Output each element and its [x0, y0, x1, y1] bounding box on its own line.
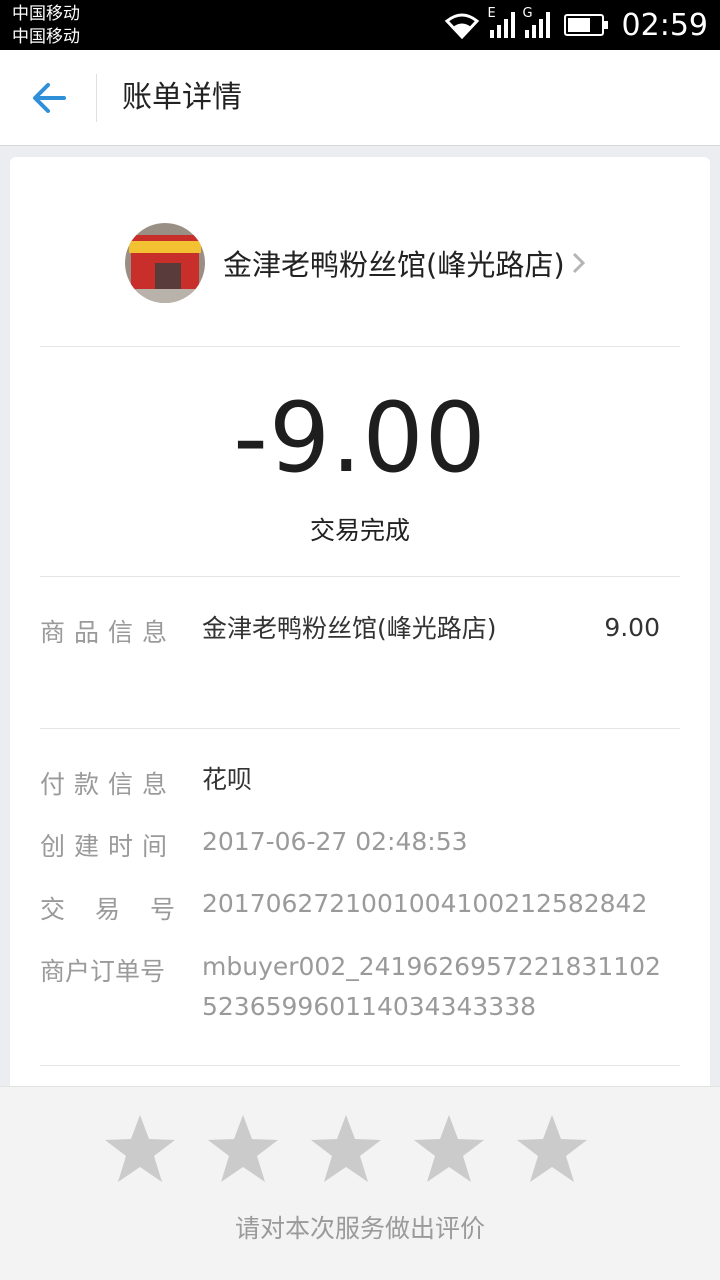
- status-time: 02:59: [621, 7, 708, 43]
- star-icon[interactable]: [104, 1113, 176, 1185]
- signal-2-type: G: [522, 6, 533, 21]
- payment-info-label: 付款信息: [40, 770, 177, 799]
- star-icon[interactable]: [310, 1113, 382, 1185]
- signal-1-type: E: [487, 6, 496, 21]
- star-icon[interactable]: [516, 1113, 588, 1185]
- signal-2-icon: G: [523, 6, 550, 38]
- rating-stars: [104, 1113, 588, 1185]
- star-icon[interactable]: [207, 1113, 279, 1185]
- trade-no-label: 交易号: [40, 895, 206, 924]
- transaction-status: 交易完成: [309, 516, 410, 545]
- merchant-row[interactable]: 金津老鸭粉丝馆(峰光路店): [125, 223, 587, 303]
- created-time-value: 2017-06-27 02:48:53: [202, 827, 468, 856]
- rating-hint: 请对本次服务做出评价: [234, 1214, 485, 1243]
- signal-1-icon: E: [488, 6, 515, 38]
- title-separator: [96, 74, 97, 122]
- chevron-right-icon: [572, 252, 585, 274]
- battery-icon: [563, 14, 608, 36]
- title-bar: 账单详情: [0, 50, 720, 146]
- goods-price: 9.00: [604, 613, 660, 642]
- status-icons: E G 02:59: [444, 0, 708, 50]
- trade-no-value[interactable]: 2017062721001004100212582842: [202, 884, 647, 924]
- merchant-name: 金津老鸭粉丝馆(峰光路店): [223, 248, 565, 282]
- order-no-value[interactable]: mbuyer002_241962695722183110252365996011…: [202, 947, 672, 1027]
- divider: [40, 346, 680, 347]
- wifi-icon: [444, 13, 479, 39]
- payment-method: 花呗: [202, 765, 253, 794]
- battery-fill: [567, 18, 590, 32]
- goods-info-label: 商品信息: [40, 618, 177, 647]
- goods-name: 金津老鸭粉丝馆(峰光路店): [202, 614, 497, 643]
- rating-panel: 请对本次服务做出评价: [0, 1086, 720, 1280]
- carrier-label-1: 中国移动: [12, 4, 80, 24]
- star-icon[interactable]: [413, 1113, 485, 1185]
- divider: [40, 728, 680, 729]
- divider: [40, 1065, 680, 1066]
- back-arrow-icon[interactable]: [28, 78, 68, 118]
- status-bar: 中国移动 中国移动 E G 02:59: [0, 0, 720, 50]
- divider: [40, 576, 680, 577]
- bill-detail-card: 金津老鸭粉丝馆(峰光路店) -9.00 交易完成 商品信息 金津老鸭粉丝馆(峰光…: [10, 157, 710, 1117]
- carrier-label-2: 中国移动: [12, 27, 80, 47]
- order-no-label: 商户订单号: [40, 957, 166, 986]
- transaction-amount: -9.00: [233, 382, 487, 494]
- page-title: 账单详情: [122, 80, 242, 115]
- merchant-avatar: [125, 223, 205, 303]
- created-time-label: 创建时间: [40, 832, 177, 861]
